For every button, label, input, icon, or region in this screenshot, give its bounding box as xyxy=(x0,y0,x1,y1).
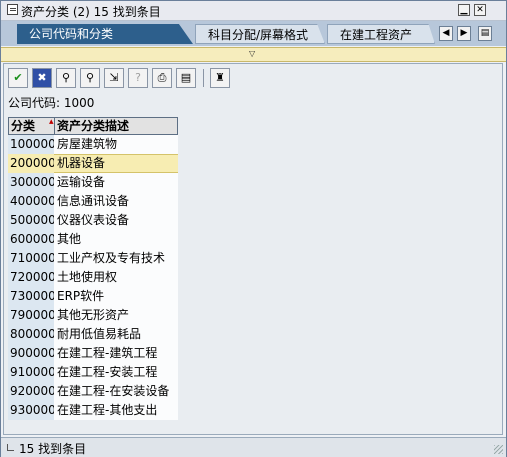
table-row[interactable]: 500000 仪器仪表设备 xyxy=(8,211,178,230)
table-row[interactable]: 400000 信息通讯设备 xyxy=(8,192,178,211)
find-next-icon[interactable]: ⚲ xyxy=(80,68,100,88)
class-code-cell[interactable]: 910000 xyxy=(8,363,56,382)
settings-icon[interactable]: ▤ xyxy=(176,68,196,88)
table-row[interactable]: 920000 在建工程-在安装设备 xyxy=(8,382,178,401)
window-icon xyxy=(7,4,18,15)
class-code-cell[interactable]: 790000 xyxy=(8,306,56,325)
tab-strip: 公司代码和分类 科目分配/屏幕格式 在建工程资产 ◀ ▶ ▤ xyxy=(1,21,506,46)
status-info-icon xyxy=(7,444,14,451)
tab-list-icon[interactable]: ▤ xyxy=(478,26,492,41)
class-code-cell[interactable]: 600000 xyxy=(8,230,56,249)
resize-grip-icon[interactable] xyxy=(494,445,503,454)
class-description-cell[interactable]: 其他 xyxy=(54,230,178,249)
print-icon[interactable]: ⎙ xyxy=(152,68,172,88)
cancel-icon[interactable]: ✖ xyxy=(32,68,52,88)
export-icon[interactable]: ⇲ xyxy=(104,68,124,88)
table-row[interactable]: 730000 ERP软件 xyxy=(8,287,178,306)
class-description-cell[interactable]: 仪器仪表设备 xyxy=(54,211,178,230)
class-description-cell[interactable]: 在建工程-安装工程 xyxy=(54,363,178,382)
toolbar-separator xyxy=(203,69,204,87)
class-code-cell[interactable]: 100000 xyxy=(8,135,56,154)
table-row[interactable]: 800000 耐用低值易耗品 xyxy=(8,325,178,344)
class-code-cell[interactable]: 300000 xyxy=(8,173,56,192)
status-bar: 15 找到条目 xyxy=(1,437,506,457)
sort-indicator-icon: ▴ xyxy=(49,117,54,127)
table-row[interactable]: 200000 机器设备 xyxy=(8,154,178,173)
tab-company-code-class[interactable]: 公司代码和分类 xyxy=(17,24,193,44)
class-code-cell[interactable]: 930000 xyxy=(8,401,56,420)
table-header: 分类 ▴ 资产分类描述 xyxy=(8,117,178,135)
value-help-dialog: 资产分类 (2) 15 找到条目 ▁ ✕ 公司代码和分类 科目分配/屏幕格式 在… xyxy=(0,0,507,457)
table-row[interactable]: 900000 在建工程-建筑工程 xyxy=(8,344,178,363)
class-description-cell[interactable]: 耐用低值易耗品 xyxy=(54,325,178,344)
table-row[interactable]: 600000 其他 xyxy=(8,230,178,249)
class-code-cell[interactable]: 730000 xyxy=(8,287,56,306)
table-row[interactable]: 720000 土地使用权 xyxy=(8,268,178,287)
class-description-cell[interactable]: 土地使用权 xyxy=(54,268,178,287)
scroll-left-icon[interactable]: ◀ xyxy=(439,26,453,41)
minimize-button[interactable]: ▁ xyxy=(458,4,470,16)
class-description-cell[interactable]: 在建工程-在安装设备 xyxy=(54,382,178,401)
class-description-cell[interactable]: 机器设备 xyxy=(54,154,178,173)
class-description-cell[interactable]: 房屋建筑物 xyxy=(54,135,178,154)
class-code-cell[interactable]: 900000 xyxy=(8,344,56,363)
scroll-right-icon[interactable]: ▶ xyxy=(457,26,471,41)
status-text: 15 找到条目 xyxy=(19,442,87,456)
class-code-cell[interactable]: 800000 xyxy=(8,325,56,344)
class-description-cell[interactable]: ERP软件 xyxy=(54,287,178,306)
close-button[interactable]: ✕ xyxy=(474,4,486,16)
company-code-label: 公司代码: 1000 xyxy=(8,96,95,110)
class-code-cell[interactable]: 920000 xyxy=(8,382,56,401)
tab-auc-assets[interactable]: 在建工程资产 xyxy=(327,24,435,44)
table-row[interactable]: 910000 在建工程-安装工程 xyxy=(8,363,178,382)
table-row[interactable]: 930000 在建工程-其他支出 xyxy=(8,401,178,420)
class-code-cell[interactable]: 400000 xyxy=(8,192,56,211)
class-code-cell[interactable]: 500000 xyxy=(8,211,56,230)
result-area: ✔ ✖ ⚲ ⚲ ⇲ ? ⎙ ▤ ♜ 公司代码: 1000 分类 ▴ 资产分类描述… xyxy=(3,63,503,435)
class-description-cell[interactable]: 工业产权及专有技术 xyxy=(54,249,178,268)
column-header-description[interactable]: 资产分类描述 xyxy=(55,118,177,134)
table-row[interactable]: 790000 其他无形资产 xyxy=(8,306,178,325)
class-code-cell[interactable]: 720000 xyxy=(8,268,56,287)
table-row[interactable]: 710000 工业产权及专有技术 xyxy=(8,249,178,268)
check-icon[interactable]: ✔ xyxy=(8,68,28,88)
help-icon: ? xyxy=(128,68,148,88)
table-row[interactable]: 100000 房屋建筑物 xyxy=(8,135,178,154)
title-bar[interactable]: 资产分类 (2) 15 找到条目 ▁ ✕ xyxy=(1,1,506,21)
class-description-cell[interactable]: 信息通讯设备 xyxy=(54,192,178,211)
class-description-cell[interactable]: 在建工程-建筑工程 xyxy=(54,344,178,363)
class-description-cell[interactable]: 在建工程-其他支出 xyxy=(54,401,178,420)
restriction-strip[interactable]: ▽ xyxy=(1,47,506,62)
class-code-cell[interactable]: 200000 xyxy=(8,154,56,173)
personal-list-icon[interactable]: ♜ xyxy=(210,68,230,88)
binoculars-icon[interactable]: ⚲ xyxy=(56,68,76,88)
class-description-cell[interactable]: 运输设备 xyxy=(54,173,178,192)
tab-account-assignment[interactable]: 科目分配/屏幕格式 xyxy=(195,24,325,44)
class-description-cell[interactable]: 其他无形资产 xyxy=(54,306,178,325)
expand-caret-icon[interactable]: ▽ xyxy=(249,49,255,58)
class-code-cell[interactable]: 710000 xyxy=(8,249,56,268)
table-row[interactable]: 300000 运输设备 xyxy=(8,173,178,192)
window-title: 资产分类 (2) 15 找到条目 xyxy=(21,5,161,19)
